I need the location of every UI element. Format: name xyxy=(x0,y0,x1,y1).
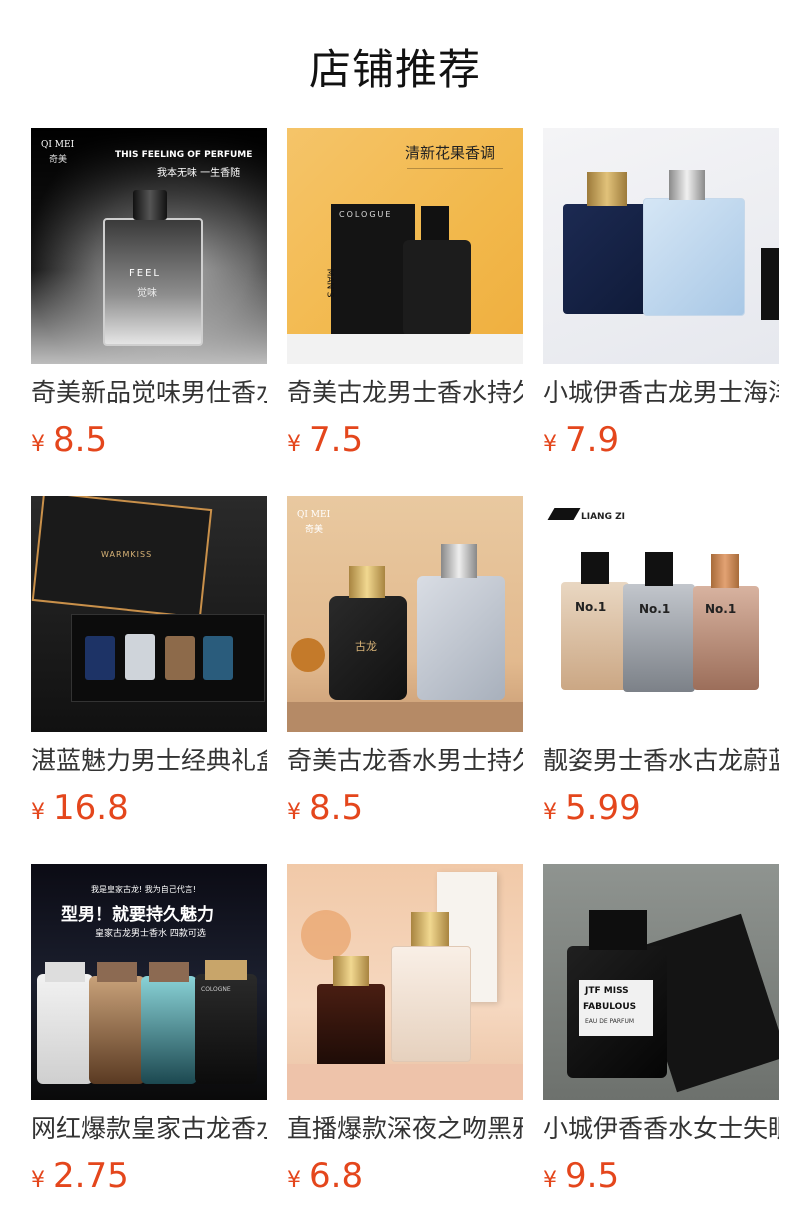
price-value: 5.99 xyxy=(565,788,641,828)
product-price: ¥2.75 xyxy=(31,1154,129,1198)
product-price: ¥9.5 xyxy=(543,1154,619,1198)
brand-logo: QI MEI xyxy=(41,140,75,150)
product-price: ¥8.5 xyxy=(31,418,107,462)
currency-symbol: ¥ xyxy=(287,432,301,457)
price-value: 8.5 xyxy=(309,788,364,828)
currency-symbol: ¥ xyxy=(31,432,45,457)
product-image[interactable]: QI MEI 奇美 THIS FEELING OF PERFUME 我本无味 一… xyxy=(31,128,267,364)
currency-symbol: ¥ xyxy=(287,800,301,825)
product-price: ¥16.8 xyxy=(31,786,129,830)
page-title: 店铺推荐 xyxy=(308,45,481,94)
perfume-bottle xyxy=(141,976,197,1084)
product-card[interactable]: 小城伊香古龙男士海洋 ¥7.9 xyxy=(543,128,779,496)
product-name[interactable]: 直播爆款深夜之吻黑鸦片 xyxy=(287,1112,523,1146)
price-value: 2.75 xyxy=(53,1156,129,1196)
price-value: 8.5 xyxy=(53,420,108,460)
product-name[interactable]: 靓姿男士香水古龙蔚蓝 xyxy=(543,744,779,778)
currency-symbol: ¥ xyxy=(543,432,557,457)
product-image[interactable]: LIANG ZI No.1 No.1 No.1 xyxy=(543,496,779,732)
perfume-bottle xyxy=(37,974,93,1084)
product-card[interactable]: QI MEI 奇美 古龙 奇美古龙香水男士持久 ¥8.5 xyxy=(287,496,523,864)
price-value: 9.5 xyxy=(565,1156,620,1196)
perfume-bottle xyxy=(391,946,471,1062)
price-value: 7.5 xyxy=(309,420,364,460)
product-price: ¥7.5 xyxy=(287,418,363,462)
price-value: 7.9 xyxy=(565,420,620,460)
product-name[interactable]: 湛蓝魅力男士经典礼盒 xyxy=(31,744,267,778)
product-image[interactable]: QI MEI 奇美 古龙 xyxy=(287,496,523,732)
perfume-bottle xyxy=(643,198,745,316)
product-price: ¥5.99 xyxy=(543,786,641,830)
product-card[interactable]: 我是皇家古龙! 我为自己代言! 型男！就要持久魅力 皇家古龙男士香水 四款可选 … xyxy=(31,864,267,1232)
product-name[interactable]: 网红爆款皇家古龙香水 xyxy=(31,1112,267,1146)
currency-symbol: ¥ xyxy=(287,1168,301,1193)
product-card[interactable]: 清新花果香调 COLOGUE MAN'S 奇美古龙男士香水持久 ¥7.5 xyxy=(287,128,523,496)
price-value: 16.8 xyxy=(53,788,129,828)
perfume-bottle xyxy=(317,984,385,1072)
product-image[interactable]: WARMKISS xyxy=(31,496,267,732)
product-image[interactable]: JTF MISS FABULOUS EAU DE PARFUM xyxy=(543,864,779,1100)
price-value: 6.8 xyxy=(309,1156,364,1196)
perfume-bottle xyxy=(403,240,471,336)
perfume-bottle xyxy=(563,204,655,314)
product-name[interactable]: 奇美新品觉味男仕香水 xyxy=(31,376,267,410)
product-image[interactable] xyxy=(543,128,779,364)
perfume-bottle xyxy=(89,976,145,1084)
product-card[interactable]: WARMKISS 湛蓝魅力男士经典礼盒 ¥16.8 xyxy=(31,496,267,864)
product-name[interactable]: 奇美古龙香水男士持久 xyxy=(287,744,523,778)
product-name[interactable]: 奇美古龙男士香水持久 xyxy=(287,376,523,410)
product-price: ¥6.8 xyxy=(287,1154,363,1198)
product-card[interactable]: LIANG ZI No.1 No.1 No.1 靓姿男士香水古龙蔚蓝 ¥5.99 xyxy=(543,496,779,864)
currency-symbol: ¥ xyxy=(543,800,557,825)
currency-symbol: ¥ xyxy=(31,1168,45,1193)
product-image[interactable] xyxy=(287,864,523,1100)
product-price: ¥8.5 xyxy=(287,786,363,830)
brand-logo: LIANG ZI xyxy=(581,512,625,522)
product-image[interactable]: 我是皇家古龙! 我为自己代言! 型男！就要持久魅力 皇家古龙男士香水 四款可选 … xyxy=(31,864,267,1100)
currency-symbol: ¥ xyxy=(31,800,45,825)
product-name[interactable]: 小城伊香香水女士失眠 xyxy=(543,1112,779,1146)
product-card[interactable]: 直播爆款深夜之吻黑鸦片 ¥6.8 xyxy=(287,864,523,1232)
perfume-bottle xyxy=(103,218,203,346)
product-card[interactable]: QI MEI 奇美 THIS FEELING OF PERFUME 我本无味 一… xyxy=(31,128,267,496)
product-card[interactable]: JTF MISS FABULOUS EAU DE PARFUM 小城伊香香水女士… xyxy=(543,864,779,1232)
perfume-bottle xyxy=(623,584,695,692)
product-name[interactable]: 小城伊香古龙男士海洋 xyxy=(543,376,779,410)
perfume-bottle xyxy=(417,576,505,700)
currency-symbol: ¥ xyxy=(543,1168,557,1193)
product-price: ¥7.9 xyxy=(543,418,619,462)
perfume-bottle xyxy=(561,582,629,690)
product-grid: QI MEI 奇美 THIS FEELING OF PERFUME 我本无味 一… xyxy=(31,128,779,1232)
product-image[interactable]: 清新花果香调 COLOGUE MAN'S xyxy=(287,128,523,364)
